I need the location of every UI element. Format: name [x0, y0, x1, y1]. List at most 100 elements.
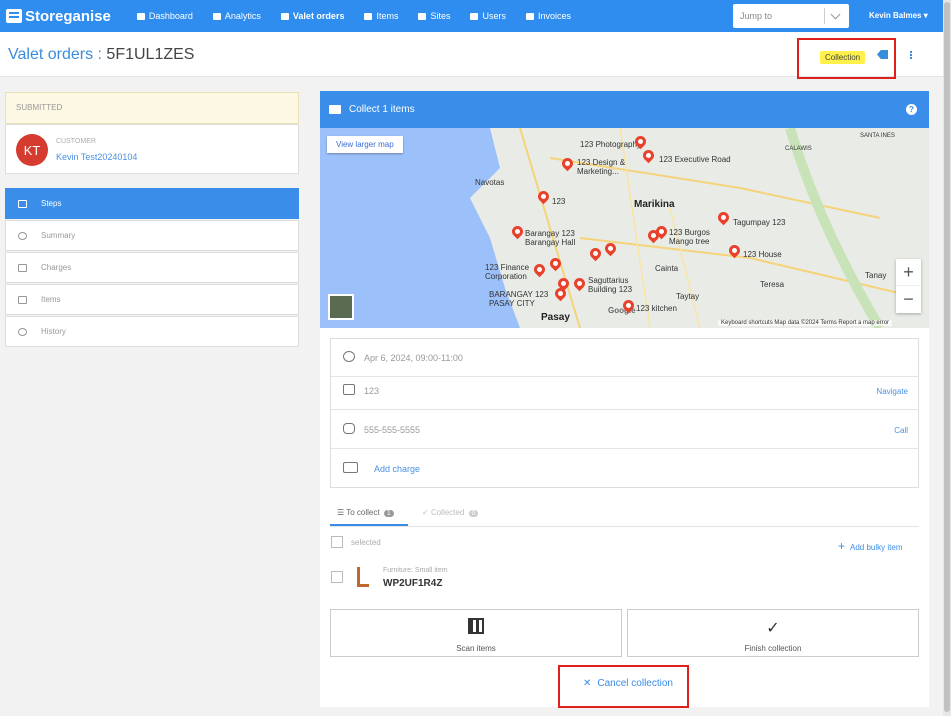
map-label: CALAWIS — [785, 146, 812, 152]
map-attribution[interactable]: Keyboard shortcuts Map data ©2024 Terms … — [718, 320, 893, 326]
user-name: Kevin Balmes — [869, 11, 922, 20]
chevron-down-icon[interactable] — [830, 9, 841, 20]
nav-analytics-label: Analytics — [224, 11, 261, 21]
nav-valet-orders-label: Valet orders — [292, 11, 345, 21]
map-label: 123 Burgos Mango tree — [669, 228, 710, 246]
tab-label: Collected — [430, 508, 465, 517]
tab-to-collect[interactable]: ☰ To collect 1 — [330, 504, 408, 526]
finish-collection-button[interactable]: ✓ Finish collection — [627, 609, 919, 657]
user-menu[interactable]: Kevin Balmes ▾ — [869, 11, 928, 20]
map-label: Saguttarius Building 123 — [588, 276, 633, 294]
scan-items-label: Scan items — [456, 644, 496, 653]
map-label: Tanay — [865, 271, 887, 280]
more-options-icon[interactable] — [910, 51, 912, 53]
scrollbar-thumb[interactable] — [944, 2, 950, 712]
map-label: 123 — [552, 197, 566, 206]
item-checkbox[interactable] — [331, 571, 343, 583]
customer-phone: 555-555-5555 — [364, 425, 421, 435]
map-label: Tagumpay 123 — [733, 218, 786, 227]
sidebar-item-items[interactable]: Items — [5, 284, 299, 315]
collect-panel-title: Collect 1 items — [349, 104, 415, 115]
map-label: Navotas — [475, 178, 505, 187]
sidebar-item-label: Items — [41, 295, 61, 304]
brand-logo[interactable]: Storeganise — [6, 8, 111, 25]
nav-dashboard[interactable]: Dashboard — [127, 0, 203, 32]
nav-users[interactable]: Users — [460, 0, 516, 32]
sidebar-item-label: Summary — [41, 231, 76, 240]
map-marker-icon — [343, 384, 355, 395]
map-label: Cainta — [655, 264, 679, 273]
map-view[interactable]: View larger map 123 Photography 123 Desi… — [320, 128, 929, 328]
phone-icon — [343, 423, 355, 434]
receipt-icon — [343, 462, 358, 473]
map-label: 123 Executive Road — [659, 155, 731, 164]
nav-sites-label: Sites — [430, 11, 451, 21]
nav-sites[interactable]: Sites — [408, 0, 460, 32]
satellite-toggle[interactable] — [328, 294, 354, 320]
zoom-in-button[interactable]: + — [896, 259, 921, 286]
map-label: Barangay 123 Barangay Hall — [525, 229, 576, 247]
zoom-out-button[interactable]: − — [896, 286, 921, 313]
sidebar-item-label: History — [41, 327, 66, 336]
scan-items-button[interactable]: Scan items — [330, 609, 622, 657]
page-scrollbar[interactable] — [943, 0, 951, 716]
map-label: BARANGAY 123 PASAY CITY — [489, 290, 549, 308]
sidebar-item-charges[interactable]: Charges — [5, 252, 299, 283]
map-label: SANTA INES — [860, 133, 895, 139]
finish-collection-label: Finish collection — [744, 644, 802, 653]
nav-invoices[interactable]: Invoices — [516, 0, 581, 32]
order-code: 5F1UL1ZES — [106, 46, 195, 63]
nav-items[interactable]: Items — [354, 0, 408, 32]
call-link[interactable]: Call — [894, 426, 908, 435]
chair-icon — [357, 567, 369, 587]
nav-dashboard-label: Dashboard — [148, 11, 193, 21]
customer-name-link[interactable]: Kevin Test20240104 — [56, 152, 137, 162]
phone-row: 555-555-5555 Call — [331, 411, 918, 449]
top-navbar: Storeganise Dashboard Analytics Valet or… — [0, 0, 943, 32]
customer-label: CUSTOMER — [56, 138, 96, 145]
breadcrumb-valet-orders[interactable]: Valet orders : — [8, 46, 102, 63]
nav-analytics[interactable]: Analytics — [203, 0, 271, 32]
customer-card: KT CUSTOMER Kevin Test20240104 — [5, 124, 299, 174]
nav-invoices-label: Invoices — [538, 11, 572, 21]
nav-valet-orders[interactable]: Valet orders — [271, 0, 355, 32]
add-bulky-label: Add bulky item — [850, 543, 903, 552]
receipt-icon — [18, 263, 27, 272]
clock-icon — [343, 351, 355, 362]
plus-icon: + — [838, 539, 846, 553]
map-label: 123 Design & Marketing... — [577, 158, 626, 176]
building-icon — [418, 12, 427, 20]
map-label: Pasay — [541, 312, 570, 323]
tab-count: 0 — [468, 510, 479, 517]
sidebar-item-history[interactable]: History — [5, 316, 299, 347]
sitemap-icon — [136, 12, 145, 20]
cancel-collection-button[interactable]: ✕ Cancel collection — [583, 678, 679, 689]
sidebar-item-summary[interactable]: Summary — [5, 220, 299, 251]
user-icon — [470, 12, 479, 20]
tab-collected[interactable]: ✓ Collected 0 — [422, 504, 479, 526]
add-charge-link[interactable]: Add charge — [374, 464, 420, 474]
sidebar-item-label: Steps — [41, 199, 62, 208]
map-park-area — [785, 128, 885, 328]
tab-count: 1 — [383, 510, 394, 517]
qr-code-icon — [468, 618, 484, 634]
check-icon: ✓ — [766, 620, 780, 637]
archive-icon — [364, 12, 373, 20]
sidebar-item-steps[interactable]: Steps — [5, 188, 299, 219]
page-title: Valet orders : 5F1UL1ZES — [8, 46, 194, 64]
archive-icon — [18, 295, 27, 304]
order-address: 123 — [364, 386, 380, 396]
navigate-link[interactable]: Navigate — [876, 387, 908, 396]
help-icon[interactable]: ? — [906, 104, 917, 115]
view-larger-map-button[interactable]: View larger map — [327, 136, 403, 153]
add-bulky-item-button[interactable]: + Add bulky item — [838, 539, 902, 553]
tabs-divider — [330, 526, 919, 527]
tab-label: To collect — [346, 508, 380, 517]
jump-to-select[interactable]: Jump to — [733, 4, 849, 28]
truck-icon — [329, 105, 341, 114]
address-row: 123 Navigate — [331, 372, 918, 410]
history-icon — [18, 327, 27, 336]
map-label: Taytay — [676, 292, 700, 301]
select-all-checkbox[interactable] — [331, 536, 343, 548]
item-code[interactable]: WP2UF1R4Z — [383, 578, 442, 589]
